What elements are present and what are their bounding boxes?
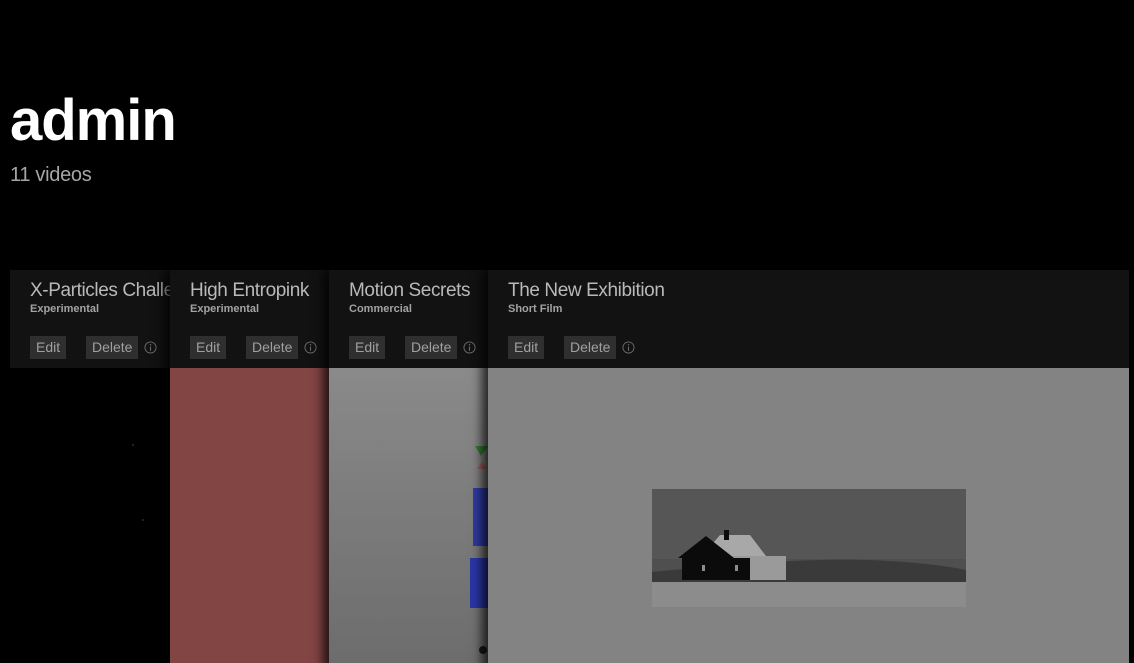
profile-username: admin	[10, 88, 177, 153]
thumbnail-image	[488, 368, 1129, 663]
video-title[interactable]: X-Particles Challenge	[30, 280, 180, 302]
edit-button[interactable]: Edit	[190, 336, 227, 359]
video-card-header: High Entropink Experimental Edit Delete	[170, 270, 340, 368]
video-thumbnail[interactable]	[329, 368, 499, 663]
profile-page: admin 11 videos X-Particles Challenge Ex…	[0, 0, 1134, 663]
info-icon[interactable]	[622, 341, 635, 354]
video-thumbnail[interactable]	[10, 368, 180, 663]
info-icon[interactable]	[144, 341, 157, 354]
video-category: Experimental	[190, 303, 260, 315]
video-card[interactable]: Motion Secrets Commercial Edit Delete	[329, 270, 499, 663]
delete-button[interactable]: Delete	[86, 336, 139, 359]
video-title[interactable]: High Entropink	[190, 280, 309, 302]
delete-button[interactable]: Delete	[405, 336, 458, 359]
video-card-header: The New Exhibition Short Film Edit Delet…	[488, 270, 1129, 368]
video-count: 11 videos	[10, 164, 92, 186]
video-category: Short Film	[508, 303, 563, 315]
edit-button[interactable]: Edit	[30, 336, 67, 359]
video-card-header: Motion Secrets Commercial Edit Delete	[329, 270, 499, 368]
video-thumbnail[interactable]	[488, 368, 1129, 663]
video-card-header: X-Particles Challenge Experimental Edit …	[10, 270, 180, 368]
delete-button[interactable]: Delete	[246, 336, 299, 359]
video-card[interactable]: The New Exhibition Short Film Edit Delet…	[488, 270, 1129, 663]
edit-button[interactable]: Edit	[349, 336, 386, 359]
video-category: Commercial	[349, 303, 412, 315]
info-icon[interactable]	[463, 341, 476, 354]
edit-button[interactable]: Edit	[508, 336, 545, 359]
thumbnail-image	[10, 368, 180, 663]
video-title[interactable]: The New Exhibition	[508, 280, 665, 302]
video-title[interactable]: Motion Secrets	[349, 280, 471, 302]
video-card[interactable]: X-Particles Challenge Experimental Edit …	[10, 270, 180, 663]
info-icon[interactable]	[304, 341, 317, 354]
video-category: Experimental	[30, 303, 100, 315]
delete-button[interactable]: Delete	[564, 336, 617, 359]
thumbnail-image	[329, 368, 499, 663]
video-thumbnail[interactable]	[170, 368, 340, 663]
video-card[interactable]: High Entropink Experimental Edit Delete	[170, 270, 340, 663]
